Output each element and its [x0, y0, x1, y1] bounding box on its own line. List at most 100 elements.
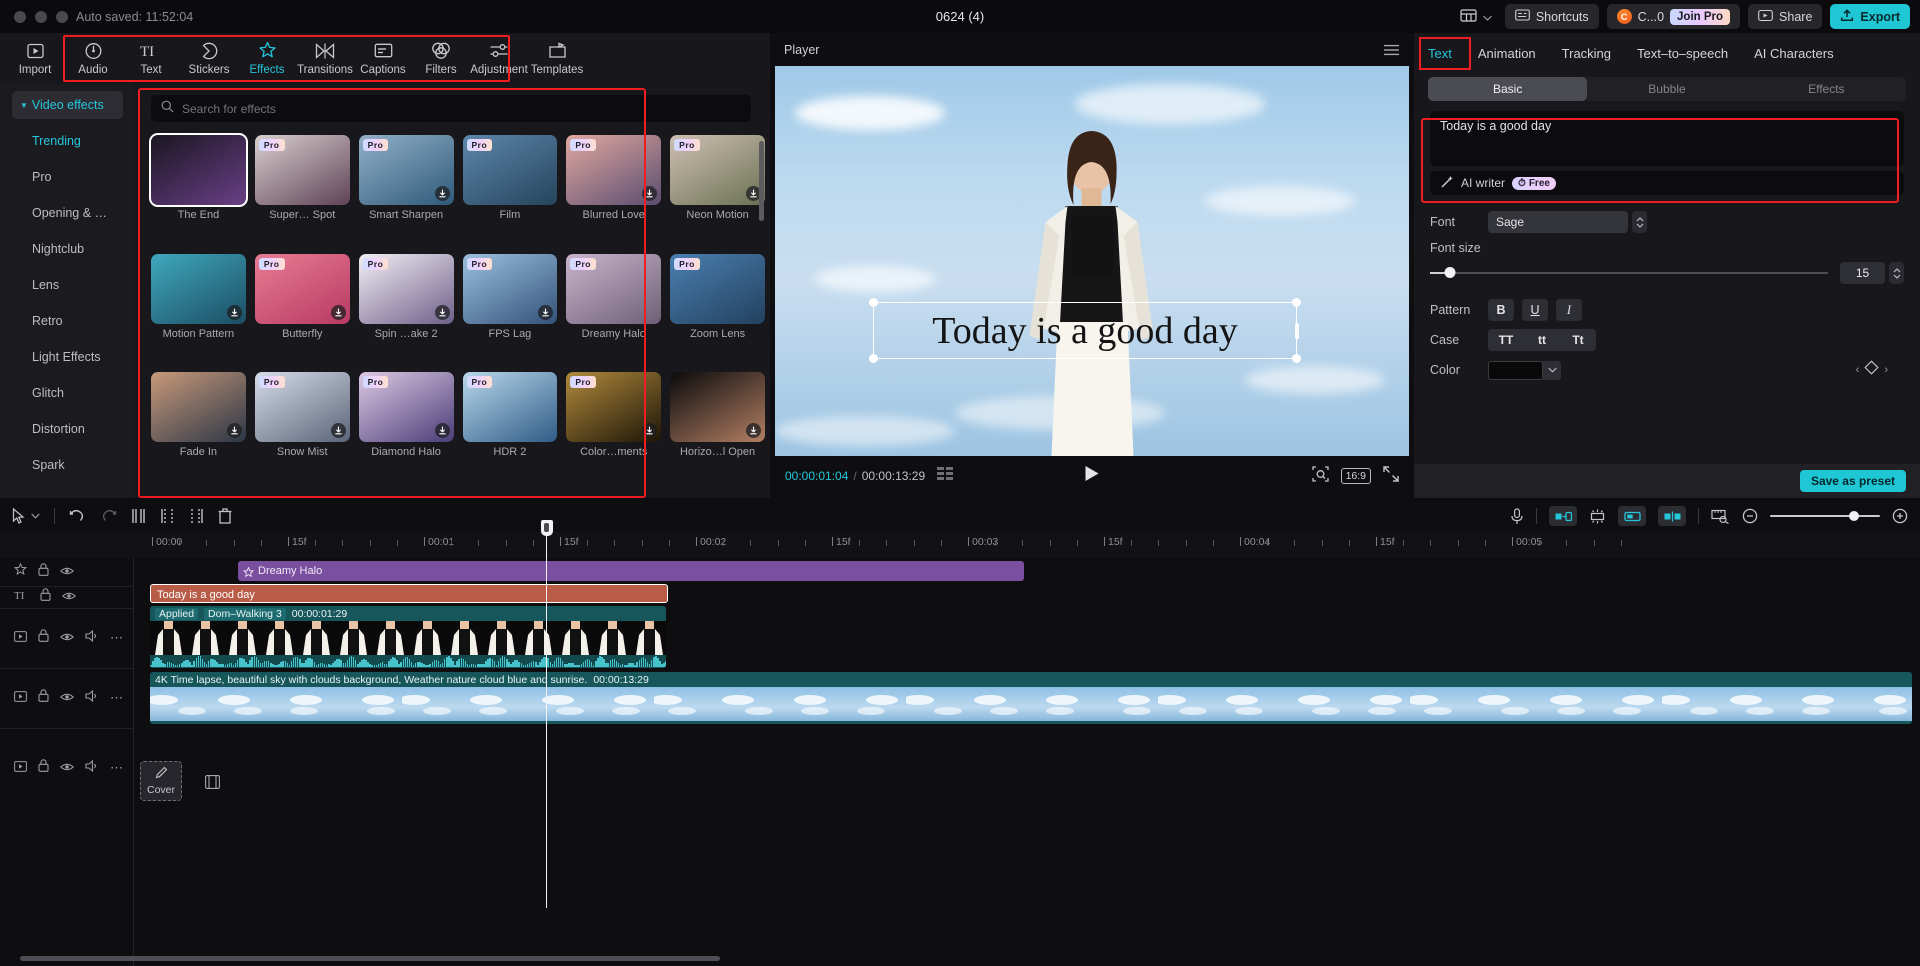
effect-thumbnail[interactable]: Pro: [463, 254, 558, 324]
eye-icon[interactable]: [60, 759, 74, 777]
effect-thumbnail[interactable]: Pro: [255, 372, 350, 442]
effect-thumbnail[interactable]: Pro: [463, 135, 558, 205]
effect-item[interactable]: ProColor…ments: [566, 372, 661, 485]
effect-item[interactable]: Motion Pattern: [151, 254, 246, 367]
subtab-effects[interactable]: Effects: [1747, 77, 1906, 101]
crop-icon[interactable]: [1312, 466, 1329, 487]
color-swatch[interactable]: [1488, 361, 1543, 380]
sidebar-item-trending[interactable]: Trending: [0, 123, 133, 159]
effect-item[interactable]: ProSpin …ake 2: [359, 254, 454, 367]
credits-button[interactable]: C C...0 Join Pro: [1607, 4, 1740, 29]
speaker-icon[interactable]: [85, 689, 99, 707]
effect-item[interactable]: ProBlurred Love: [566, 135, 661, 248]
ai-writer-button[interactable]: AI writer ⏱ Free: [1430, 171, 1904, 195]
timeline-clip-video-1[interactable]: Applied Dom–Walking 3 00:00:01:29: [150, 606, 666, 668]
effect-item[interactable]: ProSnow Mist: [255, 372, 350, 485]
close-window-button[interactable]: [14, 11, 26, 23]
download-icon[interactable]: [435, 186, 450, 201]
effect-thumbnail[interactable]: Pro: [670, 135, 765, 205]
markers-icon[interactable]: [937, 467, 955, 485]
effect-item[interactable]: ProSuper… Spot: [255, 135, 350, 248]
tab-tracking[interactable]: Tracking: [1562, 46, 1611, 61]
case-titlecase-button[interactable]: Tt: [1560, 333, 1596, 347]
effect-item[interactable]: Fade In: [151, 372, 246, 485]
resize-handle-top-right[interactable]: [1292, 298, 1301, 307]
effect-thumbnail[interactable]: Pro: [566, 372, 661, 442]
bold-button[interactable]: B: [1488, 299, 1514, 321]
preview-stage[interactable]: Today is a good day: [775, 66, 1409, 456]
toolbar-item-stickers[interactable]: Stickers: [180, 34, 238, 82]
sidebar-item-retro[interactable]: Retro: [0, 303, 133, 339]
sidebar-item-opening[interactable]: Opening & …: [0, 195, 133, 231]
font-size-slider-knob[interactable]: [1444, 267, 1455, 278]
join-pro-badge[interactable]: Join Pro: [1670, 9, 1730, 25]
download-icon[interactable]: [538, 305, 553, 320]
zoom-out-button[interactable]: [1742, 508, 1758, 524]
effect-thumbnail[interactable]: Pro: [359, 372, 454, 442]
download-icon[interactable]: [642, 423, 657, 438]
toolbar-item-captions[interactable]: Captions: [354, 34, 412, 82]
delete-button[interactable]: [218, 508, 232, 524]
speaker-icon[interactable]: [85, 759, 99, 777]
play-button[interactable]: [1085, 465, 1100, 487]
timeline-clip-video-2[interactable]: 4K Time lapse, beautiful sky with clouds…: [150, 672, 1912, 724]
timeline-ruler[interactable]: 00:0015f00:0115f00:0215f00:0315f00:0415f…: [0, 532, 1920, 558]
share-button[interactable]: Share: [1748, 4, 1822, 29]
font-stepper[interactable]: [1632, 211, 1647, 233]
film-icon[interactable]: [205, 775, 220, 794]
subtab-bubble[interactable]: Bubble: [1587, 77, 1746, 101]
search-effects-field[interactable]: Search for effects: [151, 95, 751, 122]
effect-item[interactable]: ProButterfly: [255, 254, 350, 367]
save-as-preset-button[interactable]: Save as preset: [1800, 470, 1906, 492]
font-select[interactable]: Sage: [1488, 211, 1628, 233]
effect-thumbnail[interactable]: Pro: [359, 254, 454, 324]
crop-clip-button[interactable]: [1618, 506, 1646, 526]
effect-item[interactable]: ProSmart Sharpen: [359, 135, 454, 248]
effect-thumbnail[interactable]: [670, 372, 765, 442]
tab-ai-characters[interactable]: AI Characters: [1754, 46, 1833, 61]
export-button[interactable]: Export: [1830, 4, 1910, 29]
timeline-clip-effect[interactable]: Dreamy Halo: [238, 561, 1024, 581]
sidebar-item-pro[interactable]: Pro: [0, 159, 133, 195]
sidebar-item-distortion[interactable]: Distortion: [0, 411, 133, 447]
effect-item[interactable]: ProFilm: [463, 135, 558, 248]
toolbar-item-adjustment[interactable]: Adjustment: [470, 34, 528, 82]
lock-icon[interactable]: [38, 563, 49, 581]
redo-button[interactable]: [100, 509, 117, 523]
resize-handle-top-left[interactable]: [869, 298, 878, 307]
toolbar-item-text[interactable]: TI Text: [122, 34, 180, 82]
effect-item[interactable]: ProNeon Motion: [670, 135, 765, 248]
effect-item[interactable]: ProHDR 2: [463, 372, 558, 485]
case-uppercase-button[interactable]: TT: [1488, 333, 1524, 347]
sidebar-header-video-effects[interactable]: ▼ Video effects: [12, 91, 123, 119]
resize-handle-bottom-right[interactable]: [1292, 354, 1301, 363]
auto-adjust-button[interactable]: [1589, 509, 1606, 524]
more-icon[interactable]: ⋯: [110, 760, 124, 776]
tab-animation[interactable]: Animation: [1478, 46, 1536, 61]
lock-icon[interactable]: [38, 629, 49, 647]
eye-icon[interactable]: [60, 563, 74, 581]
lock-icon[interactable]: [38, 689, 49, 707]
window-controls[interactable]: [14, 11, 68, 23]
cover-button[interactable]: Cover: [140, 761, 182, 801]
subtab-basic[interactable]: Basic: [1428, 77, 1587, 101]
download-icon[interactable]: [227, 423, 242, 438]
sidebar-item-spark[interactable]: Spark: [0, 447, 133, 483]
effect-item[interactable]: The End: [151, 135, 246, 248]
effect-thumbnail[interactable]: Pro: [255, 135, 350, 205]
undo-button[interactable]: [69, 509, 86, 523]
hamburger-icon[interactable]: [1383, 43, 1400, 61]
effect-item[interactable]: ProZoom Lens: [670, 254, 765, 367]
effect-item[interactable]: ProFPS Lag: [463, 254, 558, 367]
effect-item[interactable]: ProDreamy Halo: [566, 254, 661, 367]
lock-icon[interactable]: [38, 759, 49, 777]
timeline-clip-text[interactable]: Today is a good day: [150, 584, 668, 603]
timeline-horizontal-scrollbar[interactable]: [20, 956, 720, 961]
download-icon[interactable]: [331, 305, 346, 320]
ruler-button[interactable]: [1711, 509, 1730, 524]
split-button[interactable]: [131, 508, 146, 524]
effect-thumbnail[interactable]: Pro: [359, 135, 454, 205]
effect-item[interactable]: ProDiamond Halo: [359, 372, 454, 485]
layout-switch-button[interactable]: [1455, 4, 1497, 29]
effect-thumbnail[interactable]: [151, 372, 246, 442]
